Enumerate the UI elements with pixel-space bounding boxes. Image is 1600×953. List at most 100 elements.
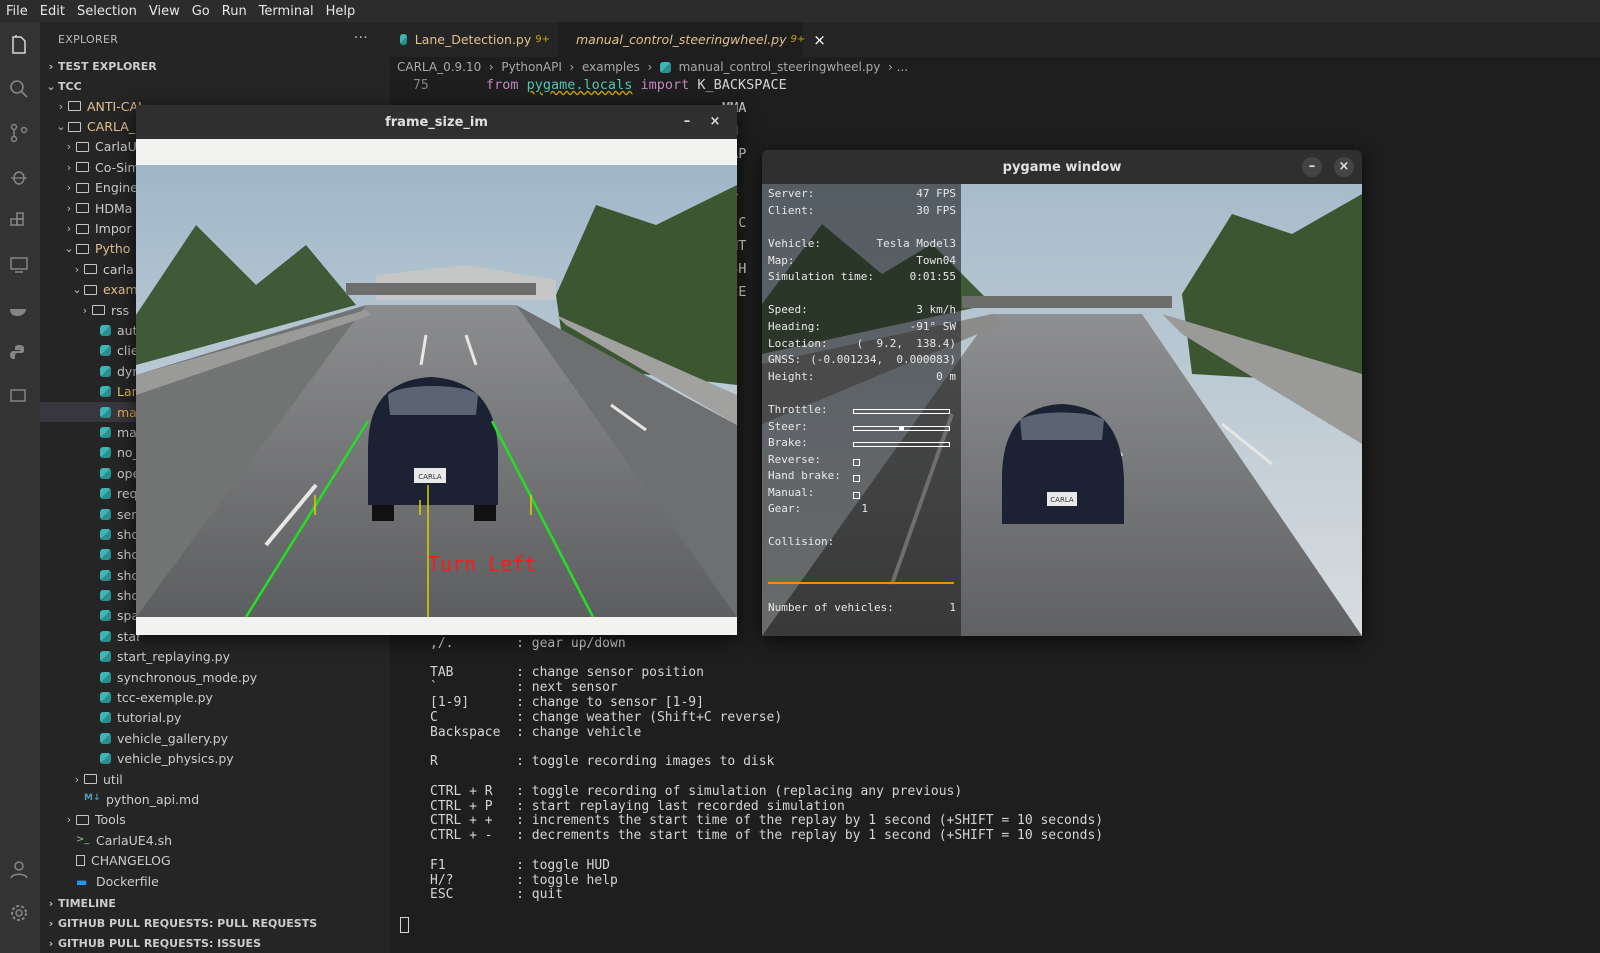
markdown-file-icon: M↓ [84, 793, 101, 804]
explorer-icon[interactable] [8, 34, 30, 56]
tree-item-label: req [117, 486, 138, 502]
terminal-line: ESC : quit [430, 887, 564, 903]
tree-item[interactable]: › Tools [40, 810, 390, 830]
close-tab-icon[interactable]: × [813, 31, 826, 49]
docker-icon[interactable] [8, 298, 30, 320]
tree-item-label: carla [103, 261, 134, 277]
terminal-output: M : toggle manual transmission,/. : gear… [430, 621, 1103, 903]
menu-file[interactable]: File [0, 4, 34, 19]
timeline-section[interactable]: › TIMELINE [40, 893, 390, 913]
tree-item[interactable]: CHANGELOG [40, 850, 390, 870]
github-issues-section[interactable]: › GITHUB PULL REQUESTS: ISSUES [40, 933, 390, 953]
menu-go[interactable]: Go [186, 4, 216, 19]
workspace-root[interactable]: ⌄ TCC [40, 76, 390, 96]
hud-value: 47 FPS [916, 187, 956, 200]
hud-label: Map: [768, 254, 795, 267]
menu-run[interactable]: Run [216, 4, 253, 19]
tree-item[interactable]: tutorial.py [40, 708, 390, 728]
search-icon[interactable] [8, 78, 30, 100]
hud-gnss: GNSS: (-0.001234, 0.000083) [768, 353, 956, 369]
tab-lane-detection[interactable]: Lane_Detection.py 9+ [390, 22, 560, 57]
tree-item-label: CHANGELOG [91, 853, 171, 869]
hud-label: Brake: [768, 436, 808, 449]
hud-value: 3 km/h [916, 303, 956, 316]
tree-item[interactable]: ▬ Dockerfile [40, 871, 390, 891]
tree-item[interactable]: tcc-exemple.py [40, 687, 390, 707]
github-prs-section[interactable]: › GITHUB PULL REQUESTS: PULL REQUESTS [40, 913, 390, 933]
minimize-button[interactable]: – [677, 112, 697, 132]
remote-explorer-icon[interactable] [8, 254, 30, 276]
more-actions-icon[interactable]: ··· [354, 30, 368, 46]
folder-icon [76, 182, 89, 193]
chevron-right-icon: › [48, 916, 54, 930]
pull-requests-icon[interactable] [8, 386, 30, 408]
python-file-icon [100, 651, 111, 663]
tree-item[interactable]: start_replaying.py [40, 647, 390, 667]
hud-value: Town04 [916, 254, 956, 267]
terminal-line: ` : next sensor [430, 680, 618, 696]
editor-tabs: Lane_Detection.py 9+ manual_control_stee… [390, 22, 1600, 57]
menu-view[interactable]: View [143, 4, 186, 19]
close-button[interactable]: × [1334, 157, 1354, 177]
breadcrumb-item[interactable]: manual_control_steeringwheel.py [679, 60, 881, 74]
section-title: GITHUB PULL REQUESTS: ISSUES [58, 936, 261, 950]
breadcrumb-item[interactable]: CARLA_0.9.10 [397, 60, 481, 74]
minimize-button[interactable]: – [1302, 157, 1322, 177]
tree-item[interactable]: › util [40, 769, 390, 789]
python-icon[interactable] [8, 342, 30, 364]
tree-item-label: Impor [95, 221, 132, 237]
shell-file-icon: >_ [76, 834, 90, 846]
hud-map: Map: Town04 [768, 254, 956, 270]
section-title: TIMELINE [58, 896, 116, 910]
account-icon[interactable] [8, 858, 30, 880]
pygame-window-titlebar[interactable]: pygame window – × [762, 150, 1362, 184]
tree-item[interactable]: vehicle_gallery.py [40, 728, 390, 748]
hud-client: Client: 30 FPS [768, 204, 956, 220]
folder-icon [84, 284, 97, 295]
python-file-icon [400, 34, 407, 45]
settings-gear-icon[interactable] [8, 902, 30, 924]
python-file-icon [100, 508, 111, 520]
tab-manual-control[interactable]: manual_control_steeringwheel.py 9+ × [558, 22, 826, 57]
breadcrumb-item[interactable]: ... [897, 60, 908, 74]
python-file-icon [100, 365, 111, 377]
tree-item-label: python_api.md [106, 791, 200, 807]
folder-icon [68, 121, 81, 132]
frame-canvas: CARLA Turn Left [136, 139, 737, 635]
extensions-icon[interactable] [8, 210, 30, 232]
breadcrumb-item[interactable]: PythonAPI [501, 60, 562, 74]
breadcrumb-item[interactable]: examples [582, 60, 640, 74]
turn-direction-label: Turn Left [428, 552, 537, 576]
hud-vehicle: Vehicle: Tesla Model3 [768, 237, 956, 253]
problems-badge: 9+ [790, 34, 806, 45]
file-icon [76, 855, 85, 867]
test-explorer-section[interactable]: › TEST EXPLORER [40, 56, 390, 76]
python-file-icon [100, 610, 111, 622]
python-file-icon [100, 753, 111, 765]
chevron-down-icon: ⌄ [56, 120, 66, 134]
tree-item[interactable]: M↓ python_api.md [40, 789, 390, 809]
debug-icon[interactable] [8, 166, 30, 188]
frame-window-titlebar[interactable]: frame_size_im – × [136, 105, 737, 139]
hud-speed: Speed: 3 km/h [768, 303, 956, 319]
menu-terminal[interactable]: Terminal [253, 4, 320, 19]
tree-item[interactable]: >_ CarlaUE4.sh [40, 830, 390, 850]
menu-help[interactable]: Help [320, 4, 362, 19]
terminal-line: CTRL + R : toggle recording of simulatio… [430, 783, 963, 799]
close-button[interactable]: × [705, 112, 725, 132]
hud-value: -91° SW [909, 320, 956, 333]
menu-edit[interactable]: Edit [34, 4, 71, 19]
tree-item[interactable]: vehicle_physics.py [40, 749, 390, 769]
hud-server: Server: 47 FPS [768, 187, 956, 203]
tree-item[interactable]: synchronous_mode.py [40, 667, 390, 687]
hud-heading: Heading: -91° SW [768, 320, 956, 336]
python-file-icon [100, 324, 111, 336]
hud-label: Speed: [768, 303, 808, 316]
menu-selection[interactable]: Selection [71, 4, 143, 19]
source-control-icon[interactable] [8, 122, 30, 144]
folder-icon [76, 203, 89, 214]
python-file-icon [100, 590, 111, 602]
menu-bar: File Edit Selection View Go Run Terminal… [0, 0, 1600, 22]
hud-label: Collision: [768, 535, 835, 548]
